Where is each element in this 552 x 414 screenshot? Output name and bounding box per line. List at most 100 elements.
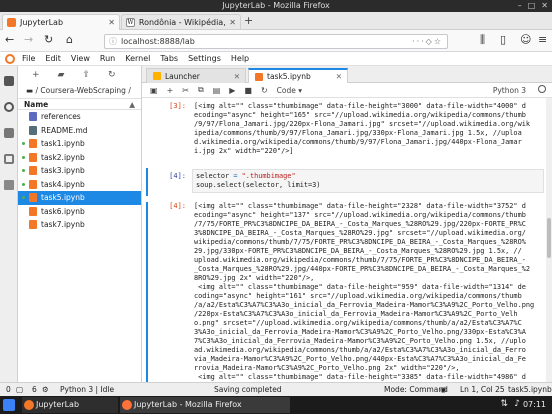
close-tab-icon[interactable]: ✕ [234, 72, 240, 81]
jupyter-app-icon [24, 400, 34, 410]
browser-tab-jupyterlab[interactable]: JupyterLab ✕ [2, 14, 120, 30]
menu-kernel[interactable]: Kernel [125, 54, 150, 63]
running-indicator-icon [22, 155, 25, 159]
running-indicator-icon [22, 182, 25, 186]
cell-type-select[interactable]: Code ▾ [277, 86, 302, 95]
bookmark-star-icon[interactable]: ☆ [434, 37, 443, 46]
output-cell-4[interactable]: [4]: [<img alt="" class="thumbimage" dat… [146, 202, 546, 382]
new-tab-button[interactable]: + [244, 14, 253, 27]
notebook-cells[interactable]: [3]: [<img alt="" class="thumbimage" dat… [142, 98, 546, 382]
browser-tab-wikipedia[interactable]: W Rondônia - Wikipédia, a encic ✕ [121, 14, 241, 30]
file-item[interactable]: task3.ipynb [18, 164, 141, 178]
output-cell-3[interactable]: [3]: [<img alt="" class="thumbimage" dat… [146, 102, 546, 164]
notebook-scrollbar[interactable] [546, 98, 552, 382]
notebook-file-icon [29, 179, 37, 189]
file-item[interactable]: task5.ipynb [18, 191, 141, 205]
taskbar-item-firefox[interactable]: JupyterLab - Mozilla Firefox [120, 397, 290, 413]
file-item[interactable]: README.md [18, 124, 141, 138]
menu-tabs[interactable]: Tabs [160, 54, 178, 63]
restart-icon[interactable]: ↻ [261, 86, 268, 95]
library-icon[interactable]: ⫼ [480, 33, 485, 47]
hamburger-menu-icon[interactable]: ≡ [538, 33, 547, 46]
new-folder-icon[interactable]: ▰ [58, 70, 65, 80]
terminals-count[interactable]: 0 [6, 383, 11, 396]
kernels-count[interactable]: 6 [32, 383, 37, 396]
cursor-position[interactable]: Ln 1, Col 25 [460, 383, 505, 396]
close-icon[interactable]: ✕ [541, 0, 548, 12]
sort-asc-icon[interactable]: ▲ [129, 99, 135, 109]
window-title: JupyterLab - Mozilla Firefox [222, 1, 330, 10]
forward-icon[interactable]: → [24, 33, 33, 46]
page-actions-icon[interactable]: ··· [412, 37, 426, 46]
open-tabs-icon[interactable] [4, 180, 14, 190]
reload-icon[interactable]: ↻ [44, 33, 53, 46]
file-item[interactable]: task4.ipynb [18, 178, 141, 192]
taskbar-item-jupyter[interactable]: JupyterLab [22, 397, 118, 413]
new-launcher-icon[interactable]: + [32, 70, 40, 80]
tab-launcher[interactable]: Launcher ✕ [146, 68, 246, 83]
account-icon[interactable]: ☺ [520, 33, 531, 46]
menu-settings[interactable]: Settings [188, 54, 221, 63]
tab-task5[interactable]: task5.ipynb ✕ [248, 68, 348, 83]
kernel-status[interactable]: Python 3 | Idle [60, 383, 114, 396]
run-icon[interactable]: ▶ [229, 86, 235, 95]
file-list-header[interactable]: Name ▲ [18, 98, 141, 110]
notebook-file-icon [29, 206, 37, 216]
copy-icon[interactable]: ⧉ [198, 85, 204, 95]
file-item-label: task4.ipynb [41, 179, 85, 189]
os-taskbar: JupyterLab JupyterLab - Mozilla Firefox … [0, 396, 552, 414]
file-item[interactable]: task7.ipynb [18, 218, 141, 232]
start-menu-icon[interactable] [3, 399, 15, 411]
mode-indicator[interactable]: Mode: Command [384, 383, 448, 396]
menu-file[interactable]: File [22, 54, 35, 63]
input-cell-4[interactable]: [4]: selector = ".thumbimage" soup.selec… [146, 168, 546, 196]
maximize-icon[interactable]: □ [528, 0, 536, 12]
breadcrumb-path[interactable]: / Coursera-WebScraping / [35, 86, 130, 95]
cut-icon[interactable]: ✂ [182, 86, 189, 95]
code-editor[interactable]: selector = ".thumbimage" soup.select(sel… [192, 169, 544, 193]
kernel-name[interactable]: Python 3 [493, 86, 526, 95]
close-tab-icon[interactable]: ✕ [336, 72, 342, 81]
file-item[interactable]: task1.ipynb [18, 137, 141, 151]
interrupt-icon[interactable]: ■ [244, 86, 252, 95]
kernel-status-icon [538, 85, 546, 93]
running-indicator-icon [22, 129, 25, 132]
launcher-tab-icon [153, 72, 161, 80]
close-tab-icon[interactable]: ✕ [108, 18, 115, 27]
file-item[interactable]: task6.ipynb [18, 205, 141, 219]
address-bar[interactable]: ⓘ localhost:8888/lab ···◇☆ [104, 34, 448, 49]
active-cell-bar [146, 168, 148, 196]
file-browser-icon[interactable] [4, 76, 14, 86]
sidebar-icon[interactable]: ▯ [500, 33, 506, 46]
file-item-label: task7.ipynb [41, 220, 85, 229]
column-name[interactable]: Name [24, 99, 48, 109]
close-tab-icon[interactable]: ✕ [229, 18, 236, 27]
paste-icon[interactable]: ▤ [213, 86, 221, 95]
menu-run[interactable]: Run [100, 54, 115, 63]
browser-tabbar: JupyterLab ✕ W Rondônia - Wikipédia, a e… [0, 12, 552, 30]
menu-help[interactable]: Help [231, 54, 249, 63]
upload-status-icon: ◉ [440, 385, 447, 394]
scrollbar-thumb[interactable] [547, 218, 551, 258]
save-icon[interactable]: ▣ [150, 86, 158, 95]
clock[interactable]: 07:11 [523, 396, 546, 414]
home-icon[interactable]: ⌂ [66, 33, 73, 46]
back-icon[interactable]: ← [5, 33, 14, 46]
breadcrumb-folder-icon[interactable]: ▬ [26, 86, 33, 95]
pocket-icon[interactable]: ◇ [426, 37, 434, 46]
network-icon[interactable]: ⇅ [500, 399, 508, 409]
menu-edit[interactable]: Edit [45, 54, 61, 63]
property-inspector-icon[interactable] [4, 154, 14, 164]
refresh-icon[interactable]: ↻ [108, 70, 116, 80]
commands-icon[interactable] [4, 128, 14, 138]
running-sessions-icon[interactable] [4, 102, 14, 112]
jupyter-logo-icon [5, 54, 15, 64]
site-info-icon[interactable]: ⓘ [109, 35, 117, 48]
file-item[interactable]: task2.ipynb [18, 151, 141, 165]
upload-icon[interactable]: ⇪ [82, 70, 90, 80]
volume-icon[interactable]: ♪ [514, 399, 520, 409]
file-item[interactable]: references [18, 110, 141, 124]
insert-cell-icon[interactable]: + [167, 86, 174, 95]
minimize-icon[interactable]: – [518, 0, 522, 12]
menu-view[interactable]: View [71, 54, 90, 63]
